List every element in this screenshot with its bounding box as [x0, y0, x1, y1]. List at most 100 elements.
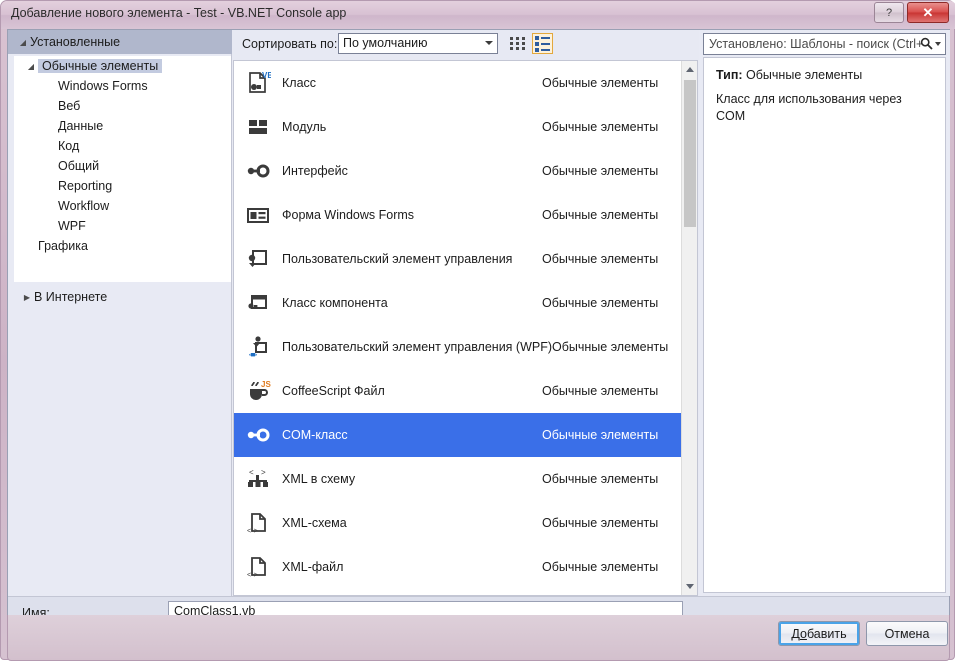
list-item[interactable]: <▪> XML-схема Обычные элементы	[234, 501, 682, 545]
tree-node-workflow[interactable]: Workflow	[14, 196, 231, 216]
list-item-name: CoffeeScript Файл	[282, 384, 385, 398]
tree-node-graphics[interactable]: Графика	[14, 236, 231, 256]
list-view-button[interactable]	[532, 33, 553, 54]
com-class-icon	[234, 422, 282, 448]
svg-text:<▪>: <▪>	[247, 572, 258, 579]
list-item-category: Обычные элементы	[542, 384, 659, 398]
tree-node-windows-forms[interactable]: Windows Forms	[14, 76, 231, 96]
tree-node-label: Графика	[38, 239, 88, 253]
details-type-label: Тип:	[716, 68, 743, 82]
list-item[interactable]: Интерфейс Обычные элементы	[234, 149, 682, 193]
list-item-category: Обычные элементы	[542, 76, 659, 90]
expander-icon[interactable]: ◢	[24, 62, 38, 71]
dialog-client-area: ◢ Установленные ◢ Обычные элементы Windo…	[7, 29, 950, 655]
scroll-up-button[interactable]	[682, 61, 697, 78]
svg-text:VB: VB	[262, 71, 271, 80]
list-item-name: Класс компонента	[282, 296, 388, 310]
expander-icon[interactable]: ▶	[20, 293, 34, 302]
list-item-name: COM-класс	[282, 428, 348, 442]
svg-text:JS: JS	[261, 380, 271, 389]
close-button[interactable]: ✕	[907, 2, 949, 23]
tree-node-label: WPF	[58, 219, 86, 233]
tree-header: ◢ Установленные	[8, 30, 232, 54]
tree-node-label: Workflow	[58, 199, 110, 213]
list-item[interactable]: Пользовательский элемент управления (WPF…	[234, 325, 682, 369]
module-icon	[234, 114, 282, 140]
search-icon[interactable]	[920, 37, 941, 50]
installed-templates-tree: ◢ Установленные ◢ Обычные элементы Windo…	[8, 30, 232, 596]
scroll-down-button[interactable]	[682, 578, 697, 595]
list-item-category: Обычные элементы	[542, 164, 659, 178]
tree-node-web[interactable]: Веб	[14, 96, 231, 116]
list-item-category: Обычные элементы	[552, 340, 669, 354]
template-list[interactable]: VB Класс Обычные элементы Модуль	[233, 60, 698, 596]
tree-node-common-items[interactable]: ◢ Обычные элементы	[14, 56, 231, 76]
interface-icon	[234, 158, 282, 184]
add-label-post: бавить	[806, 626, 847, 641]
tree-node-label: Обычные элементы	[38, 59, 163, 73]
chevron-down-icon[interactable]	[935, 41, 941, 46]
help-button[interactable]: ?	[874, 2, 904, 23]
list-item-category: Обычные элементы	[542, 252, 659, 266]
window-title: Добавление нового элемента - Test - VB.N…	[11, 6, 347, 20]
list-item-name: Интерфейс	[282, 164, 348, 178]
tree-node-label: Код	[58, 139, 80, 153]
tree-node-label: Веб	[58, 99, 81, 113]
tree-header-label: Установленные	[30, 35, 121, 49]
tree-node-label: Общий	[58, 159, 100, 173]
tree-node-label: Reporting	[58, 179, 113, 193]
list-item-name: XML-схема	[282, 516, 347, 530]
list-item-name: Форма Windows Forms	[282, 208, 415, 222]
search-input[interactable]: Установлено: Шаблоны - поиск (Ctrl+	[703, 33, 946, 55]
chevron-down-icon	[485, 41, 493, 45]
list-item-name: Пользовательский элемент управления	[282, 252, 513, 266]
list-item-selected[interactable]: COM-класс Обычные элементы	[234, 413, 682, 457]
vb-class-icon: VB	[234, 70, 282, 96]
tree-node-reporting[interactable]: Reporting	[14, 176, 231, 196]
add-button[interactable]: Добавить	[778, 621, 860, 646]
list-item[interactable]: < > XML в схему Обычные элементы	[234, 457, 682, 501]
tree-node-general[interactable]: Общий	[14, 156, 231, 176]
user-control-icon	[234, 246, 282, 272]
tree-node-code[interactable]: Код	[14, 136, 231, 156]
sort-by-dropdown[interactable]: По умолчанию	[338, 33, 498, 54]
tree-node-wpf[interactable]: WPF	[14, 216, 231, 236]
list-item-name: XML в схему	[282, 472, 356, 486]
list-item[interactable]: Класс компонента Обычные элементы	[234, 281, 682, 325]
list-item[interactable]: Модуль Обычные элементы	[234, 105, 682, 149]
list-item[interactable]: VB Класс Обычные элементы	[234, 61, 682, 105]
tree-node-online[interactable]: ▶ В Интернете	[8, 286, 232, 308]
list-item[interactable]: Пользовательский элемент управления Обыч…	[234, 237, 682, 281]
list-item-name: Класс	[282, 76, 317, 90]
list-scrollbar[interactable]	[681, 61, 697, 595]
list-item-category: Обычные элементы	[542, 472, 659, 486]
list-item-name: Пользовательский элемент управления (WPF…	[282, 340, 553, 354]
xml-schema-icon: <▪>	[234, 510, 282, 536]
expander-icon: ◢	[19, 37, 27, 47]
tree-node-label: В Интернете	[34, 290, 108, 304]
add-label-pre: Д	[791, 626, 800, 641]
title-bar: Добавление нового элемента - Test - VB.N…	[1, 1, 955, 29]
list-item-category: Обычные элементы	[542, 208, 659, 222]
svg-text:<▪>: <▪>	[247, 528, 258, 535]
grid-view-button[interactable]	[507, 33, 528, 54]
list-item[interactable]: XSLT-файл Обычные элементы	[234, 589, 682, 595]
sort-by-label: Сортировать по:	[242, 37, 338, 51]
tree-node-data[interactable]: Данные	[14, 116, 231, 136]
list-item[interactable]: <▪> XML-файл Обычные элементы	[234, 545, 682, 589]
list-toolbar: Сортировать по: По умолчанию	[233, 30, 698, 60]
cancel-button[interactable]: Отмена	[866, 621, 948, 646]
list-item-name: Модуль	[282, 120, 327, 134]
details-type-value: Обычные элементы	[746, 68, 863, 82]
list-item[interactable]: Форма Windows Forms Обычные элементы	[234, 193, 682, 237]
list-item-category: Обычные элементы	[542, 120, 659, 134]
list-item-category: Обычные элементы	[542, 516, 659, 530]
details-description: Класс для использования через COM	[716, 92, 902, 123]
add-new-item-dialog: Добавление нового элемента - Test - VB.N…	[0, 0, 955, 661]
scrollbar-thumb[interactable]	[684, 80, 696, 227]
tree-node-label: Данные	[58, 119, 104, 133]
list-item[interactable]: JS CoffeeScript Файл Обычные элементы	[234, 369, 682, 413]
wpf-user-control-icon	[234, 334, 282, 360]
list-view-icon	[535, 35, 550, 52]
grid-view-icon	[510, 37, 525, 50]
